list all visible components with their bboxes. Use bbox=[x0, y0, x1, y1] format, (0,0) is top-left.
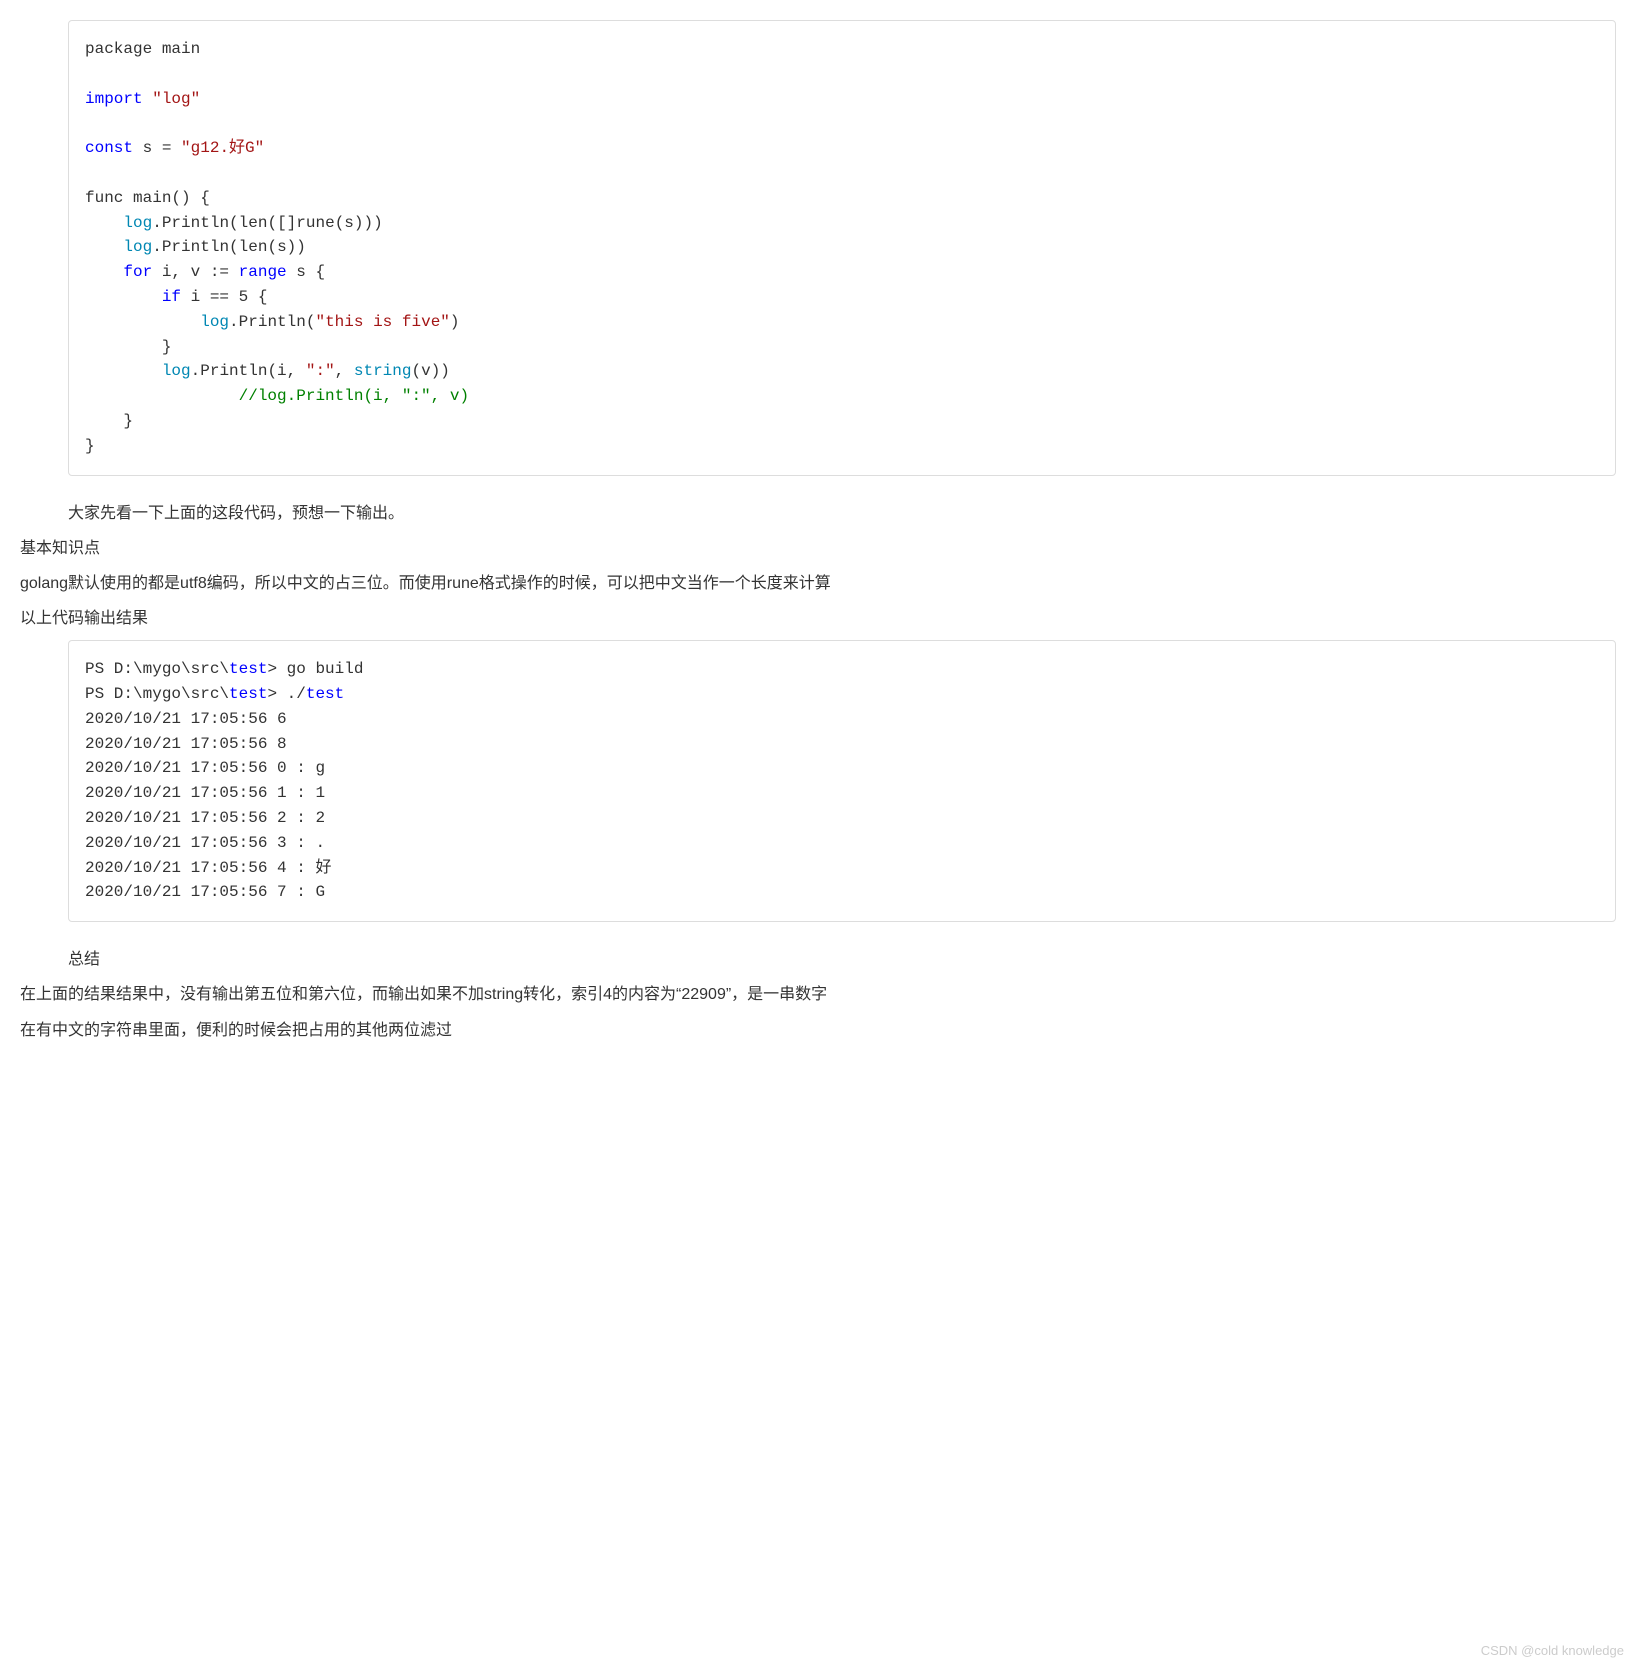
heading-output: 以上代码输出结果 bbox=[20, 605, 1616, 632]
heading-summary: 总结 bbox=[68, 946, 1616, 973]
paragraph-summary1: 在上面的结果结果中，没有输出第五位和第六位，而输出如果不加string转化，索引… bbox=[20, 981, 1616, 1008]
paragraph-knowledge: golang默认使用的都是utf8编码，所以中文的占三位。而使用rune格式操作… bbox=[20, 570, 1616, 597]
watermark: CSDN @cold knowledge bbox=[1481, 1640, 1624, 1662]
heading-knowledge: 基本知识点 bbox=[20, 535, 1616, 562]
paragraph-intro: 大家先看一下上面的这段代码，预想一下输出。 bbox=[68, 500, 1616, 527]
code-block-source: package main import "log" const s = "g12… bbox=[68, 20, 1616, 476]
paragraph-summary2: 在有中文的字符串里面，便利的时候会把占用的其他两位滤过 bbox=[20, 1017, 1616, 1044]
code-block-output: PS D:\mygo\src\test> go build PS D:\mygo… bbox=[68, 640, 1616, 922]
